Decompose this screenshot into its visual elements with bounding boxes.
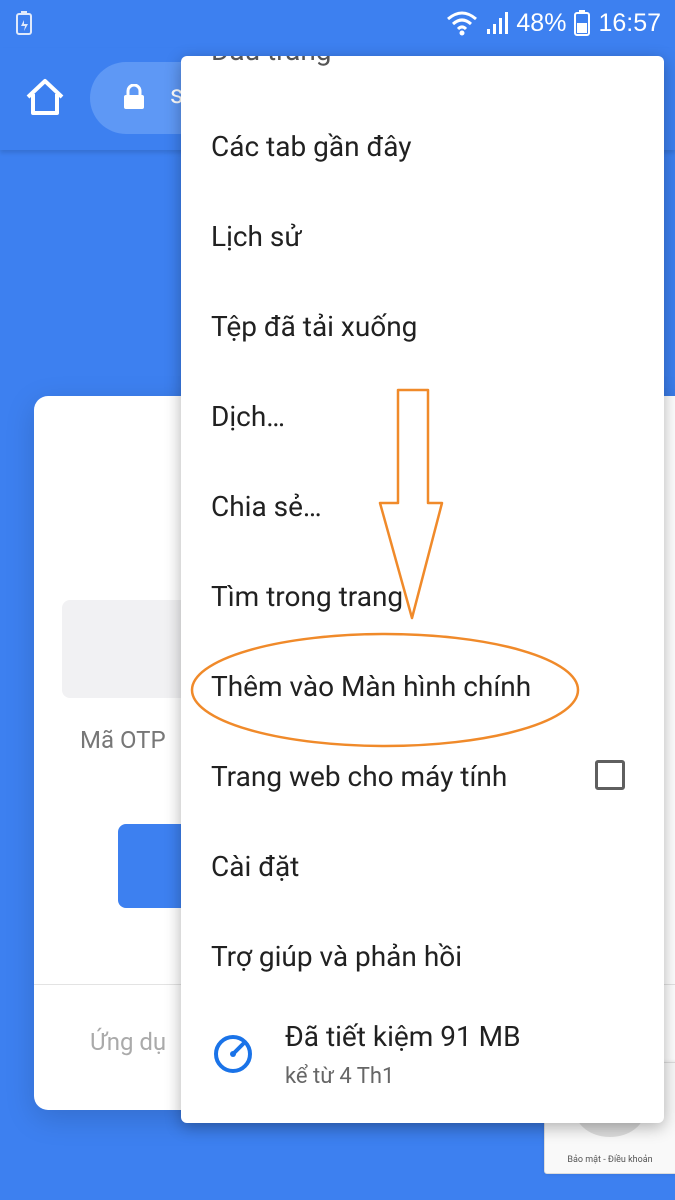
menu-item-help-feedback[interactable]: Trợ giúp và phản hồi bbox=[181, 912, 664, 1002]
speedometer-icon bbox=[214, 1035, 252, 1073]
menu-item-history[interactable]: Lịch sử bbox=[181, 192, 664, 282]
battery-icon bbox=[574, 10, 591, 36]
signal-icon bbox=[487, 12, 509, 34]
menu-item-share[interactable]: Chia sẻ… bbox=[181, 462, 664, 552]
footer-text: Ứng dụ bbox=[90, 1028, 167, 1056]
menu-item-downloads[interactable]: Tệp đã tải xuống bbox=[181, 282, 664, 372]
recaptcha-text: Bảo mật - Điều khoản bbox=[567, 1155, 653, 1165]
menu-item-bookmarks[interactable]: Dấu trang bbox=[181, 56, 664, 96]
wifi-icon bbox=[447, 11, 478, 36]
menu-item-recent-tabs[interactable]: Các tab gần đây bbox=[181, 102, 664, 192]
menu-item-translate[interactable]: Dịch… bbox=[181, 372, 664, 462]
menu-item-desktop-site[interactable]: Trang web cho máy tính bbox=[181, 732, 664, 822]
menu-item-settings[interactable]: Cài đặt bbox=[181, 822, 664, 912]
menu-item-add-to-home-screen[interactable]: Thêm vào Màn hình chính bbox=[181, 642, 664, 732]
status-bar: 48% 16:57 bbox=[0, 0, 675, 48]
data-saved-title: Đã tiết kiệm 91 MB bbox=[285, 1020, 521, 1053]
desktop-site-checkbox[interactable] bbox=[595, 760, 625, 790]
lock-icon bbox=[124, 84, 144, 109]
menu-item-data-saver[interactable]: Đã tiết kiệm 91 MB kể từ 4 Th1 bbox=[181, 1006, 664, 1106]
home-icon[interactable] bbox=[24, 76, 66, 118]
battery-percent: 48% bbox=[516, 8, 567, 37]
overflow-menu: Dấu trang Các tab gần đây Lịch sử Tệp đã… bbox=[181, 56, 664, 1123]
otp-label: Mã OTP bbox=[80, 726, 166, 754]
data-saved-subtitle: kể từ 4 Th1 bbox=[285, 1064, 395, 1089]
clock: 16:57 bbox=[598, 8, 661, 37]
battery-saver-icon bbox=[16, 11, 32, 35]
menu-item-find-in-page[interactable]: Tìm trong trang bbox=[181, 552, 664, 642]
